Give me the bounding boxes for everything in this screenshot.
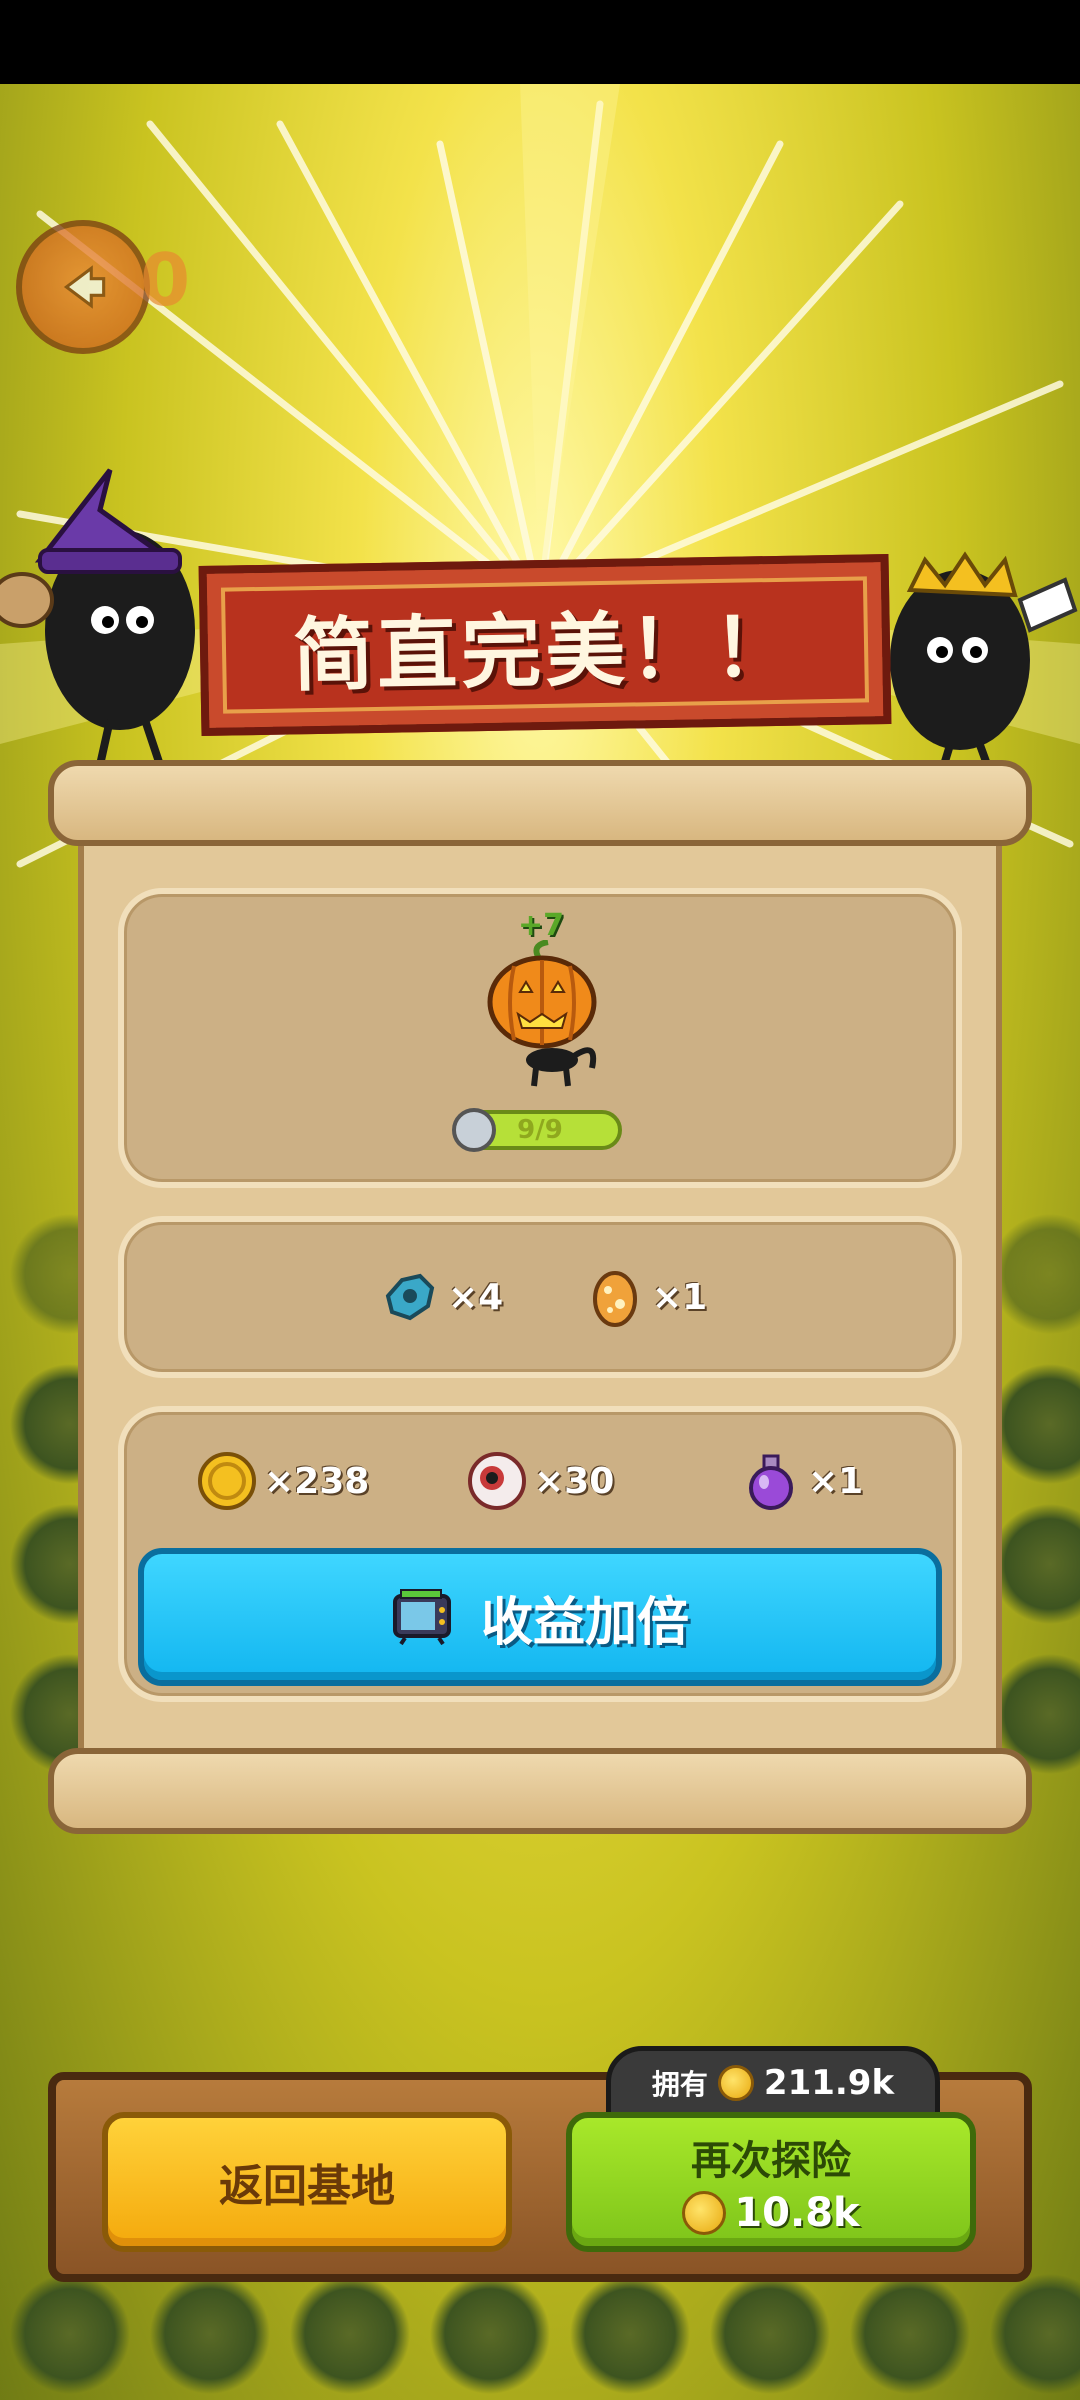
purple-potion-icon xyxy=(749,1454,793,1510)
status-bar xyxy=(0,0,1080,84)
drop-count: ×4 xyxy=(448,1276,504,1318)
return-base-button[interactable]: 返回基地 xyxy=(102,2112,512,2252)
bush-row xyxy=(0,2264,1080,2400)
owned-coins: 拥有 211.9k xyxy=(606,2046,940,2120)
scroll-bottom-roll xyxy=(48,1748,1032,1834)
double-rewards-button[interactable]: 收益加倍 xyxy=(138,1548,942,1686)
resource-count: ×1 xyxy=(808,1460,864,1502)
explore-again-button[interactable]: 再次探险 10.8k xyxy=(566,2112,976,2252)
gold-coin-icon xyxy=(717,2065,754,2101)
owned-value: 211.9k xyxy=(763,2063,895,2103)
return-base-label: 返回基地 xyxy=(219,2161,395,2212)
banner-title: 简直完美！！ xyxy=(292,600,798,703)
crown-creature xyxy=(890,551,1078,780)
drop-item: ×4 xyxy=(380,1266,503,1328)
explore-cost: 10.8k xyxy=(682,2190,860,2236)
resource-count: ×238 xyxy=(264,1460,370,1502)
drop-count: ×1 xyxy=(652,1276,708,1318)
resource-item: ×30 xyxy=(466,1450,614,1512)
gold-coin-icon xyxy=(198,1452,256,1510)
arrow-left-icon xyxy=(63,265,106,309)
explore-cost-value: 10.8k xyxy=(734,2190,860,2236)
drops-panel xyxy=(118,1216,962,1378)
blue-key-fragment-icon xyxy=(385,1273,435,1321)
spotted-egg-icon xyxy=(593,1271,637,1327)
pumpkin-head-cat-icon xyxy=(487,940,597,1087)
gold-coin-icon xyxy=(682,2191,727,2235)
resource-count: ×30 xyxy=(534,1460,615,1502)
drop-item: ×1 xyxy=(584,1266,707,1328)
back-button[interactable] xyxy=(16,220,150,354)
eyeball-icon xyxy=(468,1452,526,1510)
gain-label: +7 xyxy=(518,908,565,943)
scroll-top-roll xyxy=(48,760,1032,846)
skull-icon xyxy=(452,1108,496,1152)
owned-label: 拥有 xyxy=(651,2068,708,2101)
resource-item: ×1 xyxy=(740,1450,863,1512)
tv-ad-icon xyxy=(392,1589,451,1646)
witch-hat-creature xyxy=(0,468,195,767)
double-rewards-label: 收益加倍 xyxy=(480,1592,689,1653)
result-banner: 简直完美！！ xyxy=(198,553,892,737)
hp-text: 9/9 xyxy=(517,1115,563,1145)
resource-item: ×238 xyxy=(196,1450,369,1512)
explore-again-label: 再次探险 xyxy=(691,2138,851,2184)
partial-counter: 0 xyxy=(140,238,191,322)
